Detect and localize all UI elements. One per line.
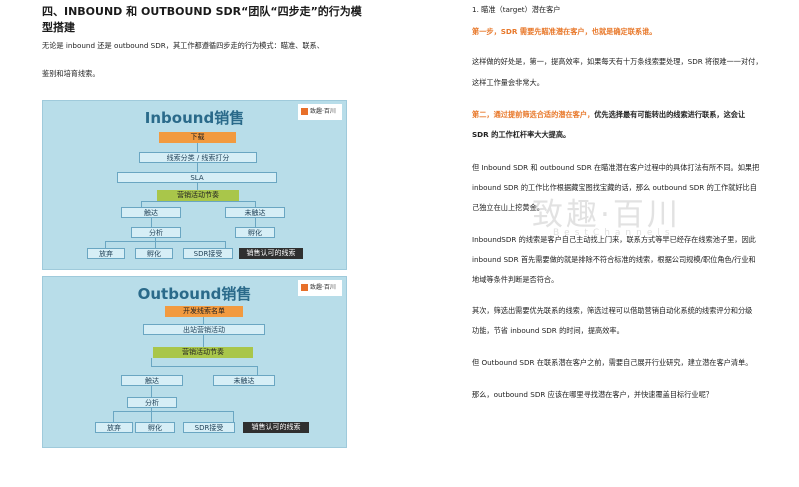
left-page: 四、INBOUND 和 OUTBOUND SDR“团队“四步走”的行为模型搭建 …	[0, 0, 400, 487]
connector	[225, 241, 226, 248]
analysis-box: 分析	[127, 397, 177, 408]
connector	[155, 238, 156, 248]
logo-text: 致趣·百川	[310, 108, 336, 115]
p5-line-1: 其次，筛选出需要优先联系的线索，筛选过程可以借助营销自动化系统的线索评分和分级	[472, 306, 753, 315]
discard-box: 放弃	[95, 422, 133, 433]
classify-box: 线索分类 / 线索打分	[139, 152, 257, 163]
develop-list-box: 开发线索名单	[165, 306, 243, 317]
sla-box: SLA	[117, 172, 277, 183]
right-page: 1. 瞄准（target）潜在客户 第一步，SDR 需要先瞄准潜在客户，也就是确…	[400, 0, 799, 487]
download-box: 下载	[159, 132, 236, 143]
reached-box: 触达	[121, 375, 183, 386]
item-1-heading: 1. 瞄准（target）潜在客户	[472, 5, 561, 14]
connector	[203, 335, 204, 347]
connector	[255, 218, 256, 227]
connector	[203, 317, 204, 324]
p6-text: 但 Outbound SDR 在联系潜在客户之前，需要自己展开行业研究，建立潜在…	[472, 358, 753, 367]
nurture-box: 孵化	[135, 248, 173, 259]
not-reached-box: 未触达	[225, 207, 285, 218]
logo-text: 致趣·百川	[310, 284, 336, 291]
logo-icon	[301, 284, 308, 291]
step-2-suffix: 优先选择最有可能转出的线索进行联系，这会让	[594, 110, 746, 119]
p5-line-2: 功能，节省 inbound SDR 的时间，提高效率。	[472, 326, 624, 335]
discard-box: 放弃	[87, 248, 125, 259]
sales-qualified-box: 销售认可的线索	[243, 422, 309, 433]
connector	[257, 366, 258, 375]
not-reached-box: 未触达	[213, 375, 275, 386]
connector	[151, 408, 152, 422]
step-1-text: 第一步，SDR 需要先瞄准潜在客户，也就是确定联系谁。	[472, 27, 657, 36]
p4-line-2: inbound SDR 首先需要做的就是排除不符合标准的线索，根据公司规模/职位…	[472, 255, 756, 264]
brand-logo: 致趣·百川	[298, 280, 342, 296]
section-heading: 四、INBOUND 和 OUTBOUND SDR“团队“四步走”的行为模型搭建	[42, 5, 362, 34]
sdr-accept-box: SDR接受	[183, 248, 233, 259]
sales-qualified-box: 销售认可的线索	[239, 248, 303, 259]
outbound-diagram: Outbound销售 致趣·百川 开发线索名单 出站营销活动 营销活动节奏 触达…	[42, 276, 347, 448]
connector	[141, 201, 255, 202]
nurture-box: 孵化	[135, 422, 175, 433]
connector	[151, 218, 152, 227]
inbound-diagram: Inbound销售 致趣·百川 下载 线索分类 / 线索打分 SLA 营销活动节…	[42, 100, 347, 270]
connector	[151, 386, 152, 397]
outbound-activity-box: 出站营销活动	[143, 324, 265, 335]
brand-logo: 致趣·百川	[298, 104, 342, 120]
marketing-rhythm-box: 营销活动节奏	[153, 347, 253, 358]
p1-line-1: 这样做的好处是，第一，提高效率，如果每天有十万条线索要处理，SDR 将很难一一对…	[472, 57, 763, 66]
marketing-rhythm-box: 营销活动节奏	[157, 190, 239, 201]
intro-line-1: 无论是 inbound 还是 outbound SDR，其工作都遵循四步走的行为…	[42, 41, 324, 50]
connector	[105, 241, 225, 242]
p7-text: 那么，outbound SDR 应该在哪里寻找潜在客户，并快速覆盖目标行业呢？	[472, 390, 713, 399]
watermark-sub: BestChannels	[553, 228, 675, 238]
p3-line-1: 但 Inbound SDR 和 outbound SDR 在瞄准潜在客户过程中的…	[472, 163, 760, 172]
step-2-highlight: 第二，通过提前筛选合适的潜在客户，	[472, 110, 595, 119]
p1-line-2: 这样工作量会非常大。	[472, 78, 544, 87]
connector	[233, 411, 234, 422]
p4-line-3: 地域等条件判断是否符合。	[472, 275, 559, 284]
sdr-accept-box: SDR接受	[183, 422, 235, 433]
connector	[113, 411, 114, 422]
logo-icon	[301, 108, 308, 115]
connector	[151, 366, 257, 367]
reached-box: 触达	[121, 207, 181, 218]
analysis-box: 分析	[131, 227, 181, 238]
step-2-line-1: 第二，通过提前筛选合适的潜在客户，优先选择最有可能转出的线索进行联系，这会让	[472, 109, 792, 121]
step-2-line-2: SDR 的工作杠杆率大大提高。	[472, 130, 571, 139]
connector	[113, 411, 233, 412]
nurture-right-box: 孵化	[235, 227, 275, 238]
intro-line-2: 鉴别和培育线索。	[42, 69, 100, 78]
connector	[105, 241, 106, 248]
